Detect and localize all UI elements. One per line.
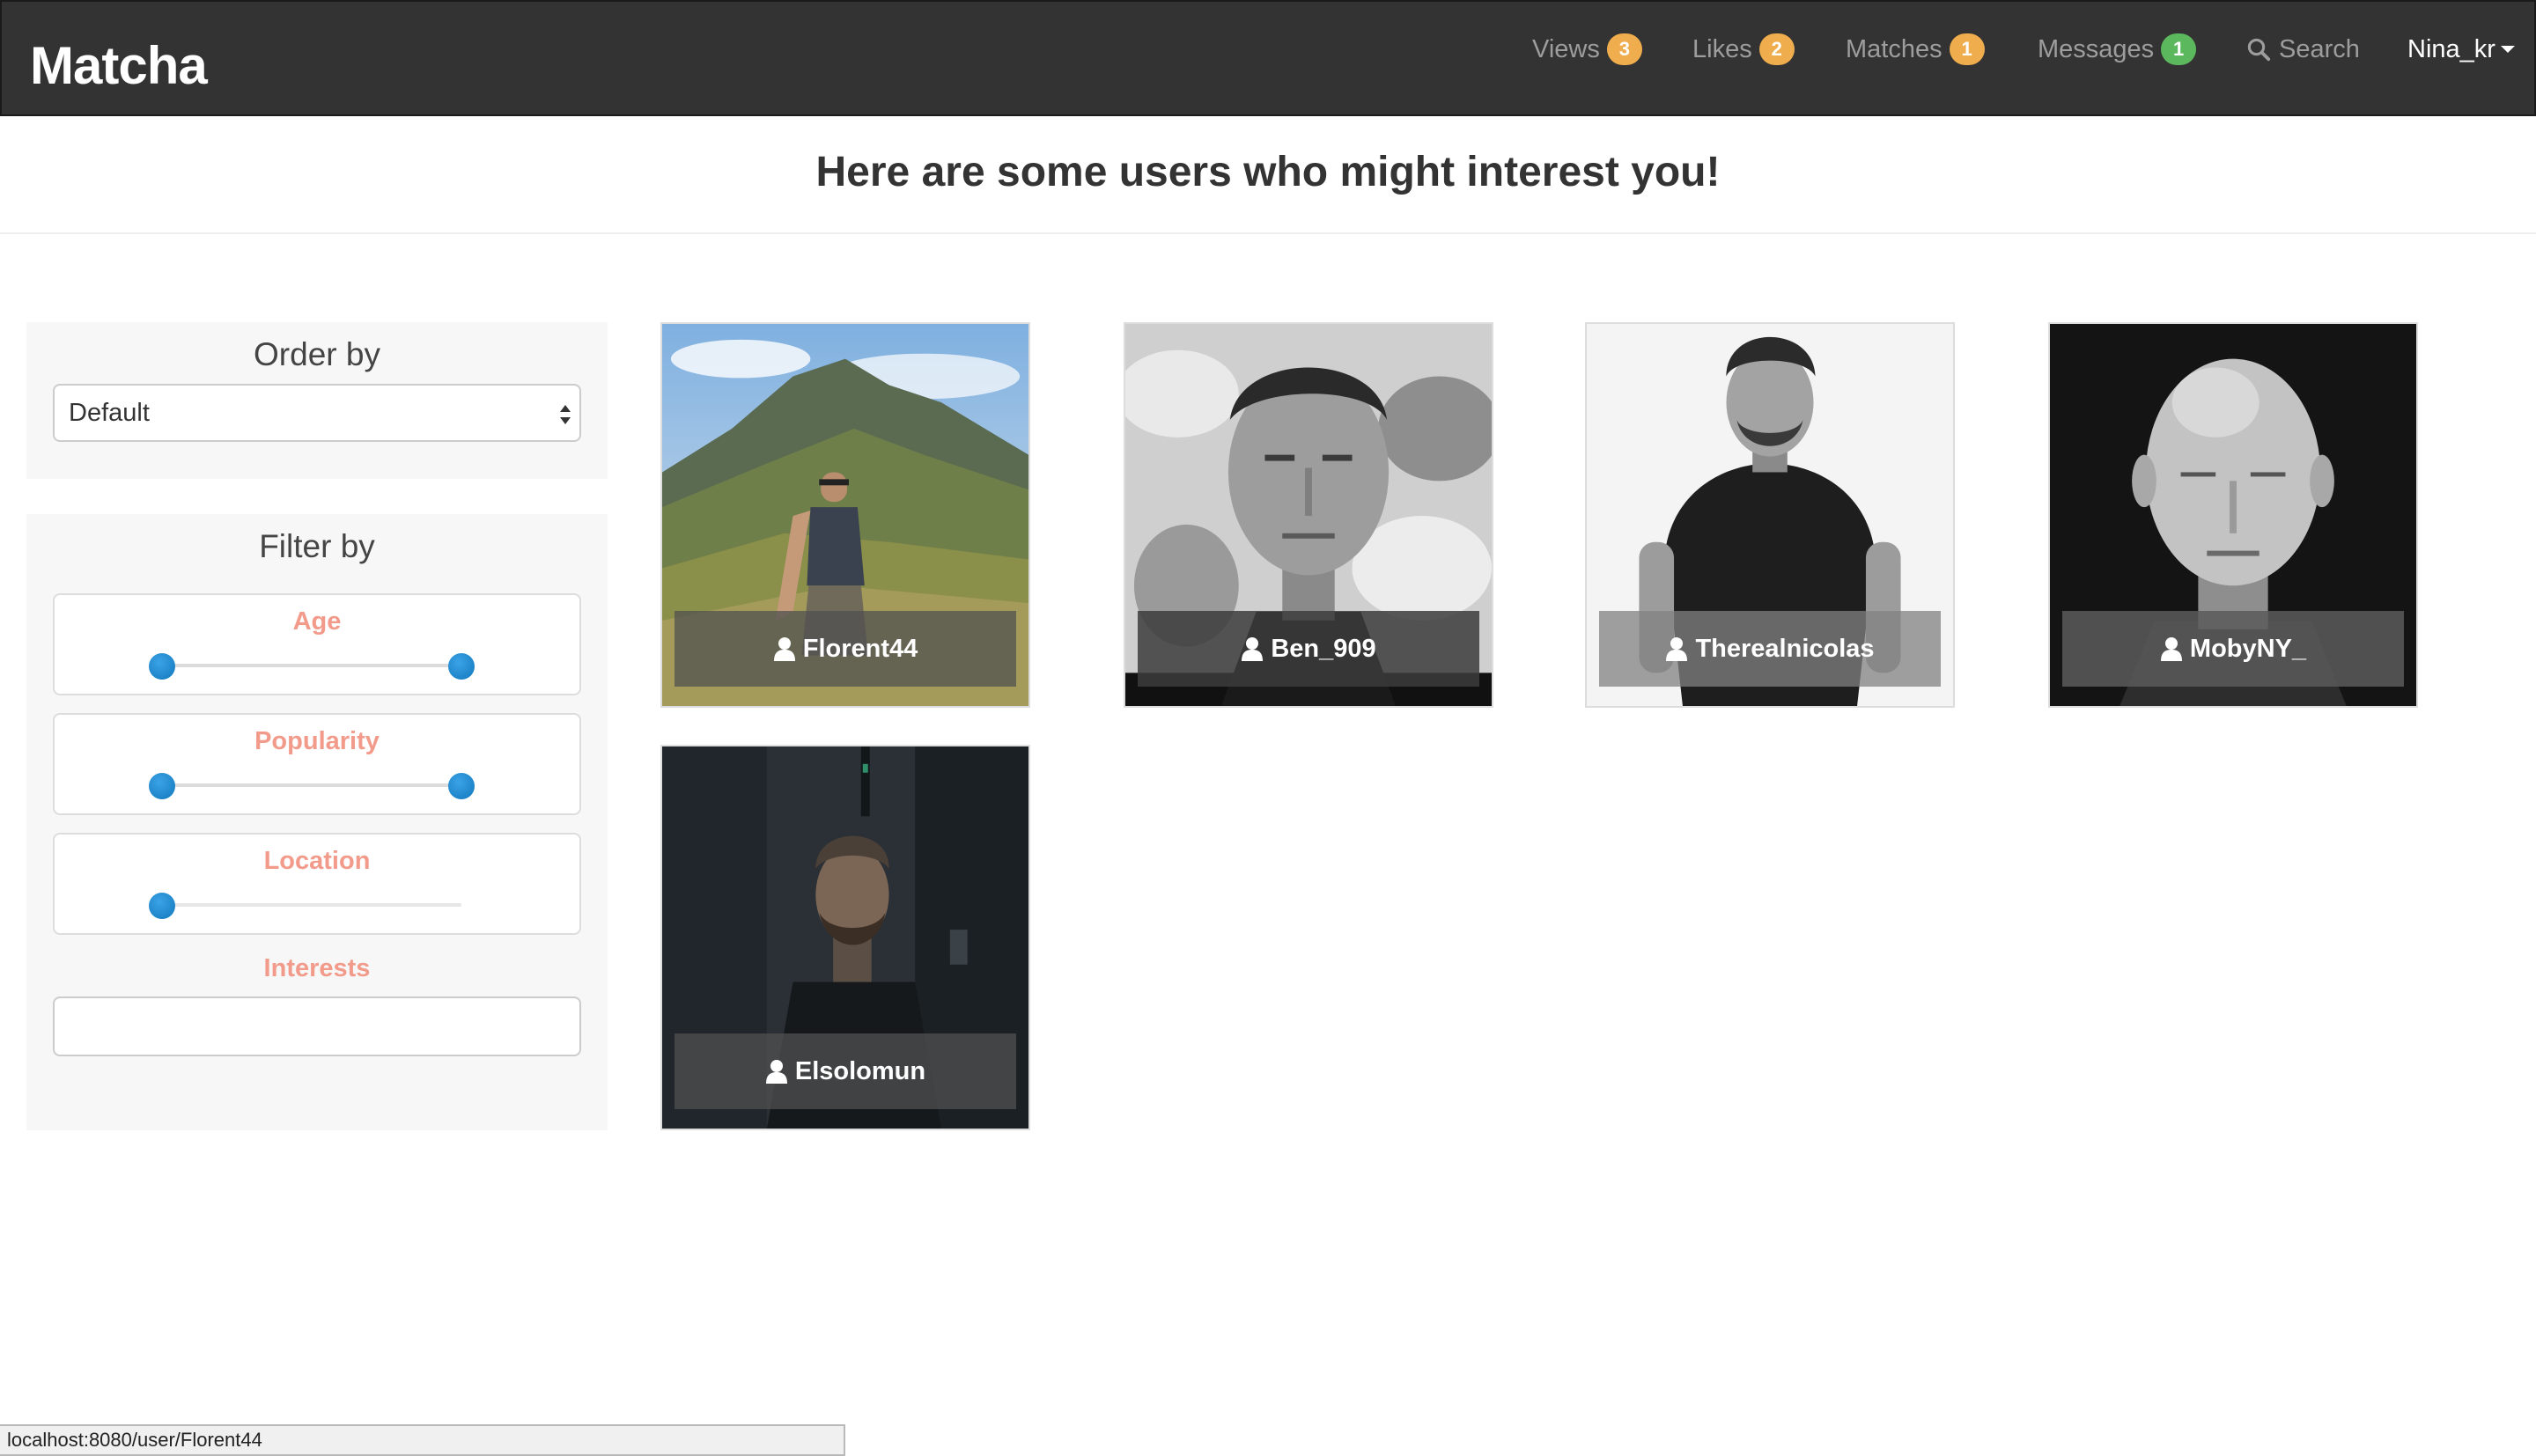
age-min-handle[interactable] [149, 653, 175, 680]
nav-search-label: Search [2279, 34, 2360, 63]
username: MobyNY_ [2189, 634, 2307, 663]
user-icon [773, 637, 795, 661]
order-by-selected-value: Default [69, 399, 150, 427]
order-by-panel: Order by Default [26, 322, 608, 479]
username: Therealnicolas [1695, 634, 1875, 663]
caret-down-icon [2500, 46, 2515, 53]
age-max-handle[interactable] [448, 653, 475, 680]
filter-by-title: Filter by [259, 528, 375, 564]
nav-matches-label: Matches [1846, 34, 1943, 63]
username-overlay: Elsolomun [675, 1033, 1016, 1109]
matches-count-badge: 1 [1949, 33, 1985, 65]
age-slider-track[interactable] [162, 664, 461, 667]
popularity-slider-track[interactable] [162, 783, 461, 787]
popularity-max-handle[interactable] [448, 773, 475, 799]
page-title: Here are some users who might interest y… [815, 149, 1721, 195]
location-filter-label: Location [263, 847, 371, 875]
nav-likes-label: Likes [1692, 34, 1752, 63]
status-bar-url: localhost:8080/user/Florent44 [0, 1424, 845, 1456]
location-slider-track[interactable] [162, 903, 461, 907]
likes-count-badge: 2 [1758, 33, 1795, 65]
user-icon [1242, 637, 1264, 661]
nav-views[interactable]: Views 3 [1532, 32, 1642, 67]
location-filter: Location [53, 833, 581, 935]
search-icon [2247, 38, 2271, 62]
popularity-filter: Popularity [53, 713, 581, 815]
views-count-badge: 3 [1606, 33, 1642, 65]
user-icon [2160, 637, 2182, 661]
username-overlay: Therealnicolas [1599, 611, 1941, 687]
interests-input[interactable] [53, 996, 581, 1056]
divider [0, 232, 2536, 234]
nav-search[interactable]: Search [2245, 32, 2360, 67]
nav-likes[interactable]: Likes 2 [1692, 32, 1795, 67]
nav-messages[interactable]: Messages 1 [2038, 32, 2197, 67]
order-by-select[interactable]: Default [53, 384, 581, 442]
select-arrows-icon [560, 405, 571, 424]
age-filter: Age [53, 593, 581, 695]
messages-count-badge: 1 [2161, 33, 2197, 65]
interests-label: Interests [263, 954, 371, 982]
user-menu-dropdown[interactable]: Nina_kr [2407, 32, 2515, 67]
brand-logo[interactable]: Matcha [30, 35, 208, 96]
username: Ben_909 [1271, 634, 1376, 663]
user-card-therealnicolas[interactable]: Therealnicolas [1585, 322, 1955, 708]
age-filter-label: Age [292, 607, 342, 636]
nav-matches[interactable]: Matches 1 [1846, 32, 1985, 67]
username-overlay: Ben_909 [1138, 611, 1479, 687]
user-icon [765, 1060, 787, 1084]
popularity-filter-label: Popularity [254, 727, 380, 755]
user-card-ben-909[interactable]: Ben_909 [1124, 322, 1493, 708]
username: Florent44 [802, 634, 918, 663]
filter-by-panel: Filter by Age Popularity Location Intere… [26, 514, 608, 1130]
user-icon [1666, 637, 1688, 661]
location-handle[interactable] [149, 893, 175, 919]
user-name: Nina_kr [2407, 34, 2495, 63]
user-card-florent44[interactable]: Florent44 [660, 322, 1030, 708]
user-card-elsolomun[interactable]: Elsolomun [660, 745, 1030, 1130]
username-overlay: MobyNY_ [2062, 611, 2404, 687]
username: Elsolomun [794, 1056, 926, 1085]
username-overlay: Florent44 [675, 611, 1016, 687]
order-by-title: Order by [254, 336, 380, 372]
nav-views-label: Views [1532, 34, 1600, 63]
user-card-mobyny[interactable]: MobyNY_ [2048, 322, 2418, 708]
nav-messages-label: Messages [2038, 34, 2155, 63]
navbar: Matcha Views 3 Likes 2 Matches 1 Message… [0, 0, 2536, 116]
popularity-min-handle[interactable] [149, 773, 175, 799]
